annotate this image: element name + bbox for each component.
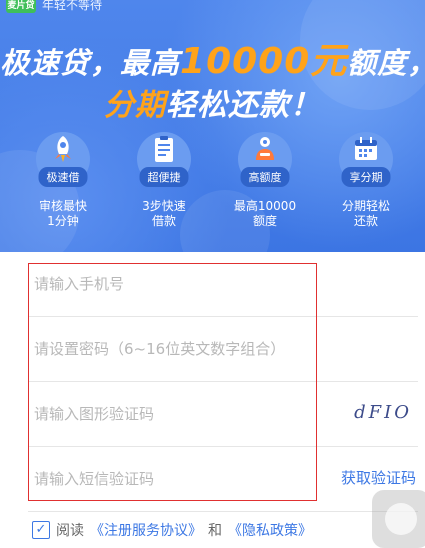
feature-pill: 极速借 xyxy=(38,167,88,187)
sms-row: 获取验证码 xyxy=(28,447,418,512)
floating-assistive-button[interactable] xyxy=(372,490,425,548)
logo-badge: 麦片贷 xyxy=(6,0,36,13)
assistive-touch-icon xyxy=(385,503,417,535)
promo-banner: 麦片贷 年轻不等待 极速贷，最高10000元额度， 分期轻松还款！ 极速借 审核… xyxy=(0,0,425,252)
calendar-icon xyxy=(355,137,377,160)
get-code-button[interactable]: 获取验证码 xyxy=(341,467,416,488)
agreement-row: ✓ 阅读 《注册服务协议》 和 《隐私政策》 xyxy=(32,520,312,540)
feature-pill: 超便捷 xyxy=(139,167,189,187)
logo-slogan: 年轻不等待 xyxy=(42,0,103,12)
phone-input[interactable] xyxy=(28,252,324,316)
clipboard-icon xyxy=(155,136,173,162)
agreement-mid: 和 xyxy=(208,523,222,539)
feature-badge: 高额度 xyxy=(238,132,292,187)
feature-badge: 极速借 xyxy=(36,132,90,187)
feature-list: 极速借 审核最快 1分钟 超便捷 3步快速 借款 高额度 最高10000 额度 … xyxy=(0,132,425,242)
headline-text-b: 额度， xyxy=(347,46,425,80)
rocket-icon xyxy=(55,136,71,162)
headline-text-a: 极速贷，最高 xyxy=(0,46,181,80)
feature-description: 分期轻松 还款 xyxy=(341,199,390,228)
feature-item: 超便捷 3步快速 借款 xyxy=(121,132,207,229)
agreement-checkbox[interactable]: ✓ xyxy=(32,521,50,539)
phone-row xyxy=(28,252,418,317)
feature-item: 极速借 审核最快 1分钟 xyxy=(20,132,106,229)
feature-description: 审核最快 1分钟 xyxy=(38,199,87,228)
password-input[interactable] xyxy=(28,317,324,381)
privacy-policy-link[interactable]: 《隐私政策》 xyxy=(228,520,312,540)
agreement-prefix: 阅读 xyxy=(56,523,84,539)
feature-item: 享分期 分期轻松 还款 xyxy=(323,132,409,229)
feature-pill: 享分期 xyxy=(341,167,391,187)
sms-code-input[interactable] xyxy=(28,447,324,511)
headline-line-2: 分期轻松还款！ xyxy=(0,80,425,124)
feature-description: 最高10000 额度 xyxy=(233,199,297,228)
app-logo: 麦片贷 年轻不等待 xyxy=(6,0,102,13)
headline-line-1: 极速贷，最高10000元额度， xyxy=(0,32,425,84)
headline-rest: 轻松还款！ xyxy=(166,88,321,123)
headline-amount: 10000元 xyxy=(180,41,348,82)
password-row xyxy=(28,317,418,382)
feature-item: 高额度 最高10000 额度 xyxy=(222,132,308,229)
captcha-image[interactable]: dFIO xyxy=(354,402,412,423)
money-bag-icon xyxy=(256,137,274,160)
service-agreement-link[interactable]: 《注册服务协议》 xyxy=(90,520,202,540)
headline-highlight: 分期 xyxy=(104,88,166,123)
feature-description: 3步快速 借款 xyxy=(142,199,186,228)
captcha-input[interactable] xyxy=(28,382,324,446)
feature-badge: 享分期 xyxy=(339,132,393,187)
captcha-row: dFIO xyxy=(28,382,418,447)
feature-pill: 高额度 xyxy=(240,167,290,187)
feature-badge: 超便捷 xyxy=(137,132,191,187)
